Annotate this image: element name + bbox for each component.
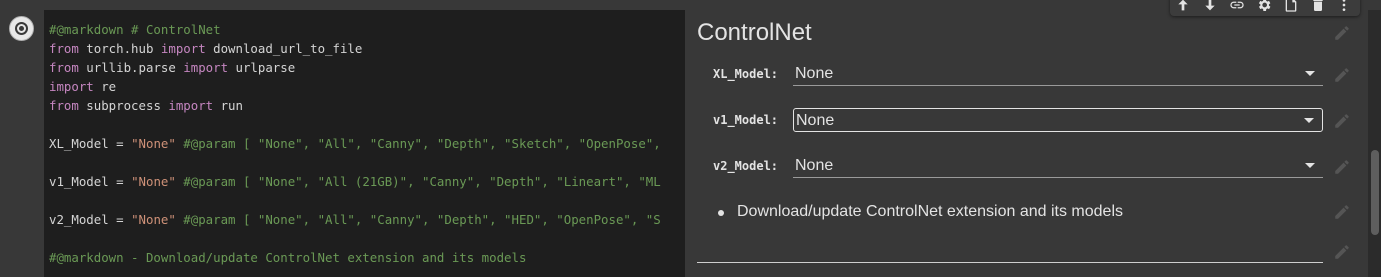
- code-token: #@markdown - Download/update ControlNet …: [49, 250, 527, 265]
- code-line: #@markdown - Download/update ControlNet …: [49, 248, 661, 267]
- code-line: #@markdown # ControlNet: [49, 20, 661, 39]
- more-icon[interactable]: [1336, 0, 1352, 13]
- cell-toolbar: [1170, 0, 1360, 16]
- bullet-icon: [718, 210, 724, 216]
- arrow-down-icon[interactable]: [1202, 0, 1218, 13]
- code-line: from torch.hub import download_url_to_fi…: [49, 39, 661, 58]
- dropdown-arrow-icon: [1305, 163, 1315, 168]
- mirror-cell-icon[interactable]: [1283, 0, 1299, 13]
- field-label-v2-model: v2_Model:: [713, 159, 779, 173]
- code-line: v2_Model = "None" #@param [ "None", "All…: [49, 210, 661, 229]
- code-token: #@param [ "None", "All", "Canny", "Depth…: [175, 212, 661, 227]
- v1-model-value: None: [796, 112, 835, 129]
- edit-pencil-icon[interactable]: [1333, 203, 1351, 221]
- xl-model-select[interactable]: None: [793, 62, 1323, 86]
- code-line: from urllib.parse import urlparse: [49, 58, 661, 77]
- code-token: urllib.parse: [78, 60, 184, 75]
- field-label-xl-model: XL_Model:: [713, 67, 779, 81]
- link-icon[interactable]: [1229, 0, 1245, 13]
- v1-model-select[interactable]: None: [793, 108, 1323, 132]
- code-token: v2_Model =: [49, 212, 132, 227]
- form-title: ControlNet: [697, 19, 812, 46]
- code-token: urlparse: [228, 60, 296, 75]
- arrow-up-icon[interactable]: [1175, 0, 1191, 13]
- code-token: import: [168, 98, 214, 113]
- code-line: v1_Model = "None" #@param [ "None", "All…: [49, 172, 661, 191]
- code-token: run: [213, 98, 243, 113]
- edit-pencil-icon[interactable]: [1333, 243, 1351, 261]
- code-token: "None": [131, 136, 176, 151]
- code-token: #@param [ "None", "All", "Canny", "Depth…: [175, 136, 661, 151]
- edit-pencil-icon[interactable]: [1333, 158, 1351, 176]
- xl-model-value: None: [795, 65, 834, 82]
- gear-icon[interactable]: [1256, 0, 1272, 13]
- scrollbar-thumb[interactable]: [1371, 150, 1379, 235]
- markdown-bullet: Download/update ControlNet extension and…: [737, 203, 1124, 220]
- code-token: #@markdown # ControlNet: [49, 22, 221, 37]
- divider: [697, 262, 1323, 263]
- code-lines: #@markdown # ControlNet from torch.hub im…: [49, 20, 661, 267]
- code-editor[interactable]: #@markdown # ControlNet from torch.hub im…: [44, 10, 685, 277]
- edit-pencil-icon[interactable]: [1333, 66, 1351, 84]
- edit-pencil-icon[interactable]: [1333, 24, 1351, 42]
- field-label-v1-model: v1_Model:: [713, 113, 779, 127]
- code-token: "None": [131, 212, 176, 227]
- code-token: download_url_to_file: [205, 41, 363, 56]
- code-token: subprocess: [78, 98, 169, 113]
- code-line: import re: [49, 77, 661, 96]
- code-token: import: [183, 60, 229, 75]
- code-token: import: [49, 79, 94, 94]
- scrollbar[interactable]: [1368, 10, 1381, 277]
- code-token: from: [49, 98, 79, 113]
- edit-pencil-icon[interactable]: [1333, 112, 1351, 130]
- code-token: re: [93, 79, 117, 94]
- code-token: from: [49, 60, 79, 75]
- code-token: import: [160, 41, 206, 56]
- code-token: torch.hub: [78, 41, 161, 56]
- code-token: "None": [131, 174, 176, 189]
- code-line: from subprocess import run: [49, 96, 661, 115]
- run-icon: [15, 22, 28, 35]
- cell-gutter: [0, 0, 44, 277]
- form-pane: ControlNet XL_Model: None v1_Model: None…: [685, 10, 1368, 277]
- dropdown-arrow-icon: [1305, 71, 1315, 76]
- run-cell-button[interactable]: [9, 16, 34, 41]
- code-token: XL_Model =: [49, 136, 132, 151]
- code-token: from: [49, 41, 79, 56]
- delete-icon[interactable]: [1310, 0, 1326, 13]
- v2-model-select[interactable]: None: [793, 154, 1323, 178]
- dropdown-arrow-icon: [1304, 118, 1314, 123]
- v2-model-value: None: [795, 157, 834, 174]
- code-token: v1_Model =: [49, 174, 132, 189]
- code-token: #@param [ "None", "All (21GB)", "Canny",…: [175, 174, 661, 189]
- code-line: XL_Model = "None" #@param [ "None", "All…: [49, 134, 661, 153]
